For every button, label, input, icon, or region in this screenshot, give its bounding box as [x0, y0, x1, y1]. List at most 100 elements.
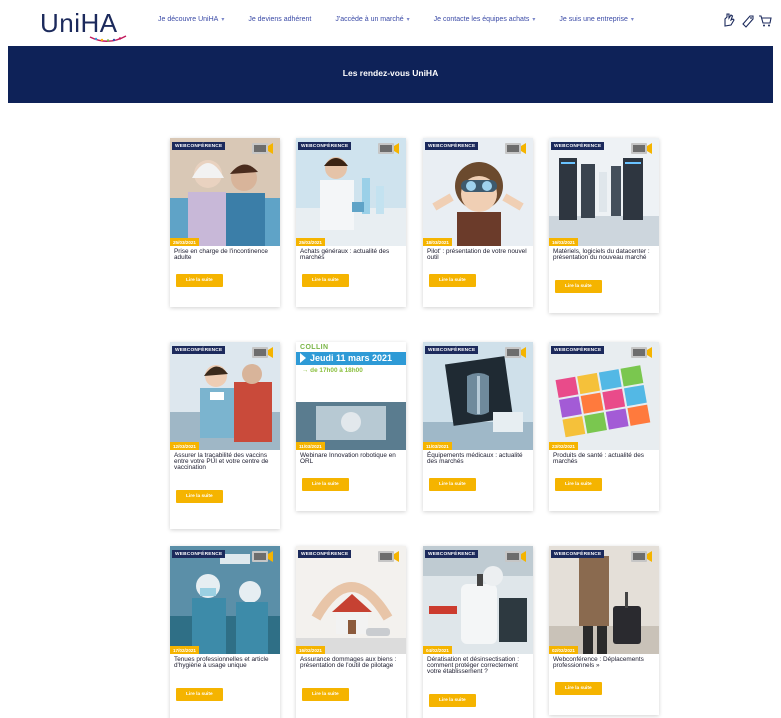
colwin-banner: COLLIN Jeudi 11 mars 2021 → de 17h00 à 18h… [296, 342, 406, 402]
event-date: 16/02/2021 [296, 646, 325, 654]
read-more-button[interactable]: Lire la suite [302, 274, 349, 287]
event-card[interactable]: WEBCONFÉRENCE 16/02/2021 Assurance dommage… [296, 546, 406, 718]
read-more-button[interactable]: Lire la suite [555, 280, 602, 293]
event-card[interactable]: WEBCONFÉRENCE 02/02/2021 Webconférence : D… [549, 546, 659, 715]
nav-item[interactable]: J'accède à un marché ▾ [335, 16, 409, 23]
nav-item[interactable]: Je contacte les équipes achats ▾ [434, 16, 536, 23]
event-card[interactable]: WEBCONFÉRENCE 17/02/2021 Tenues profession… [170, 546, 280, 718]
event-title[interactable]: Tenues professionnelles et article d'hyg… [170, 654, 280, 682]
nav-item-label: Je contacte les équipes achats [433, 16, 530, 23]
webcam-icon [505, 347, 526, 358]
card-media[interactable]: WEBCONFÉRENCE 16/03/2021 [549, 138, 659, 246]
event-type-badge: WEBCONFÉRENCE [425, 346, 479, 354]
read-more-button[interactable]: Lire la suite [176, 688, 223, 701]
read-more-button[interactable]: Lire la suite [176, 274, 223, 287]
event-time: → de 17h00 à 18h00 [302, 367, 363, 374]
card-media[interactable]: WEBCONFÉRENCE 23/02/2021 [549, 342, 659, 450]
webcam-icon [631, 551, 652, 562]
webcam-icon [252, 347, 273, 358]
nav-item-label: Je suis une entreprise [559, 16, 628, 23]
read-more-button[interactable]: Lire la suite [176, 490, 223, 503]
event-type-badge: WEBCONFÉRENCE [172, 550, 226, 558]
read-more-button[interactable]: Lire la suite [429, 694, 476, 707]
event-title[interactable]: Équipements médicaux : actualité des mar… [423, 450, 533, 472]
uniha-logo[interactable]: UniHA [40, 8, 130, 42]
event-date: 04/02/2021 [423, 646, 452, 654]
card-media[interactable]: COLLIN Jeudi 11 mars 2021 → de 17h00 à 18h… [296, 342, 406, 450]
event-title[interactable]: Assurance dommages aux biens : présentat… [296, 654, 406, 682]
card-media[interactable]: WEBCONFÉRENCE 12/03/2021 [170, 342, 280, 450]
event-date: 25/03/2021 [296, 238, 325, 246]
event-card[interactable]: WEBCONFÉRENCE 16/03/2021 Matériels, logici… [549, 138, 659, 313]
event-title[interactable]: Assurer la traçabilité des vaccins entre… [170, 450, 280, 484]
event-date: 11/03/2021 [296, 442, 325, 450]
event-card[interactable]: WEBCONFÉRENCE 23/02/2021 Produits de santé… [549, 342, 659, 511]
event-date: 11/03/2021 [423, 442, 452, 450]
event-date: 16/03/2021 [549, 238, 578, 246]
read-more-button[interactable]: Lire la suite [302, 478, 349, 491]
webcam-icon [252, 143, 273, 154]
event-card[interactable]: WEBCONFÉRENCE 11/03/2021 Équipements médic… [423, 342, 533, 511]
event-title[interactable]: Achats généraux : actualité des marchés [296, 246, 406, 268]
event-title[interactable]: Produits de santé : actualité des marché… [549, 450, 659, 472]
read-more-button[interactable]: Lire la suite [555, 478, 602, 491]
play-arrow-icon [300, 353, 306, 363]
event-type-badge: WEBCONFÉRENCE [425, 142, 479, 150]
event-title[interactable]: Webinare Innovation robotique en ORL [296, 450, 406, 472]
event-card[interactable]: WEBCONFÉRENCE 04/02/2021 Dératisation et d… [423, 546, 533, 718]
webcam-icon [631, 143, 652, 154]
event-title[interactable]: Webconférence : Déplacements professionn… [549, 654, 659, 676]
card-media[interactable]: WEBCONFÉRENCE 25/03/2021 [170, 138, 280, 246]
card-media[interactable]: WEBCONFÉRENCE 17/02/2021 [170, 546, 280, 654]
event-card[interactable]: WEBCONFÉRENCE 25/03/2021 Achats généraux :… [296, 138, 406, 307]
event-card[interactable]: WEBCONFÉRENCE 18/03/2021 Pilot' : présenta… [423, 138, 533, 307]
page-title: Les rendez-vous UniHA [342, 68, 439, 78]
site-header: UniHA Je découvre UniHA ▾ Je deviens adhér… [0, 0, 781, 46]
card-media[interactable]: WEBCONFÉRENCE 04/02/2021 [423, 546, 533, 654]
cart-icon[interactable] [758, 12, 772, 28]
card-media[interactable]: WEBCONFÉRENCE 11/03/2021 [423, 342, 533, 450]
logo-dots-icon [89, 35, 127, 42]
chevron-down-icon: ▾ [406, 17, 410, 23]
main-nav: Je découvre UniHA ▾ Je deviens adhérent J'a… [158, 16, 658, 23]
chevron-down-icon: ▾ [221, 17, 225, 23]
event-type-badge: WEBCONFÉRENCE [172, 142, 226, 150]
event-type-badge: WEBCONFÉRENCE [172, 346, 226, 354]
webcam-icon [378, 551, 399, 562]
read-more-button[interactable]: Lire la suite [429, 478, 476, 491]
event-card[interactable]: COLLIN Jeudi 11 mars 2021 → de 17h00 à 18h… [296, 342, 406, 511]
read-more-button[interactable]: Lire la suite [429, 274, 476, 287]
event-date: 18/03/2021 [423, 238, 452, 246]
hand-icon[interactable] [722, 12, 736, 28]
card-media[interactable]: WEBCONFÉRENCE 18/03/2021 [423, 138, 533, 246]
read-more-button[interactable]: Lire la suite [555, 682, 602, 695]
event-date: 12/03/2021 [170, 442, 199, 450]
card-media[interactable]: WEBCONFÉRENCE 25/03/2021 [296, 138, 406, 246]
event-date: 17/02/2021 [170, 646, 199, 654]
tag-icon[interactable] [740, 12, 754, 28]
nav-item[interactable]: Je découvre UniHA ▾ [158, 16, 224, 23]
event-title[interactable]: Dératisation et désinsectisation : comme… [423, 654, 533, 688]
event-card[interactable]: WEBCONFÉRENCE 12/03/2021 Assurer la traçab… [170, 342, 280, 529]
nav-item[interactable]: Je deviens adhérent [248, 16, 311, 23]
event-title[interactable]: Matériels, logiciels du datacenter : pré… [549, 246, 659, 274]
event-type-badge: WEBCONFÉRENCE [551, 346, 605, 354]
event-type-badge: WEBCONFÉRENCE [425, 550, 479, 558]
event-card[interactable]: WEBCONFÉRENCE 25/03/2021 Prise en charge d… [170, 138, 280, 307]
event-date: 02/02/2021 [549, 646, 578, 654]
nav-item-label: Je deviens adhérent [248, 16, 312, 23]
event-date: 25/03/2021 [170, 238, 199, 246]
event-title[interactable]: Prise en charge de l'incontinence adulte [170, 246, 280, 268]
card-media[interactable]: WEBCONFÉRENCE 16/02/2021 [296, 546, 406, 654]
page-banner: Les rendez-vous UniHA [8, 46, 773, 103]
webcam-icon [378, 143, 399, 154]
card-media[interactable]: WEBCONFÉRENCE 02/02/2021 [549, 546, 659, 654]
nav-item-label: J'accède à un marché [335, 16, 404, 23]
webcam-icon [252, 551, 273, 562]
nav-item-label: Je découvre UniHA [158, 16, 219, 23]
event-type-badge: WEBCONFÉRENCE [551, 142, 605, 150]
event-title[interactable]: Pilot' : présentation de votre nouvel ou… [423, 246, 533, 268]
read-more-button[interactable]: Lire la suite [302, 688, 349, 701]
event-type-badge: WEBCONFÉRENCE [298, 142, 352, 150]
nav-item[interactable]: Je suis une entreprise ▾ [559, 16, 634, 23]
